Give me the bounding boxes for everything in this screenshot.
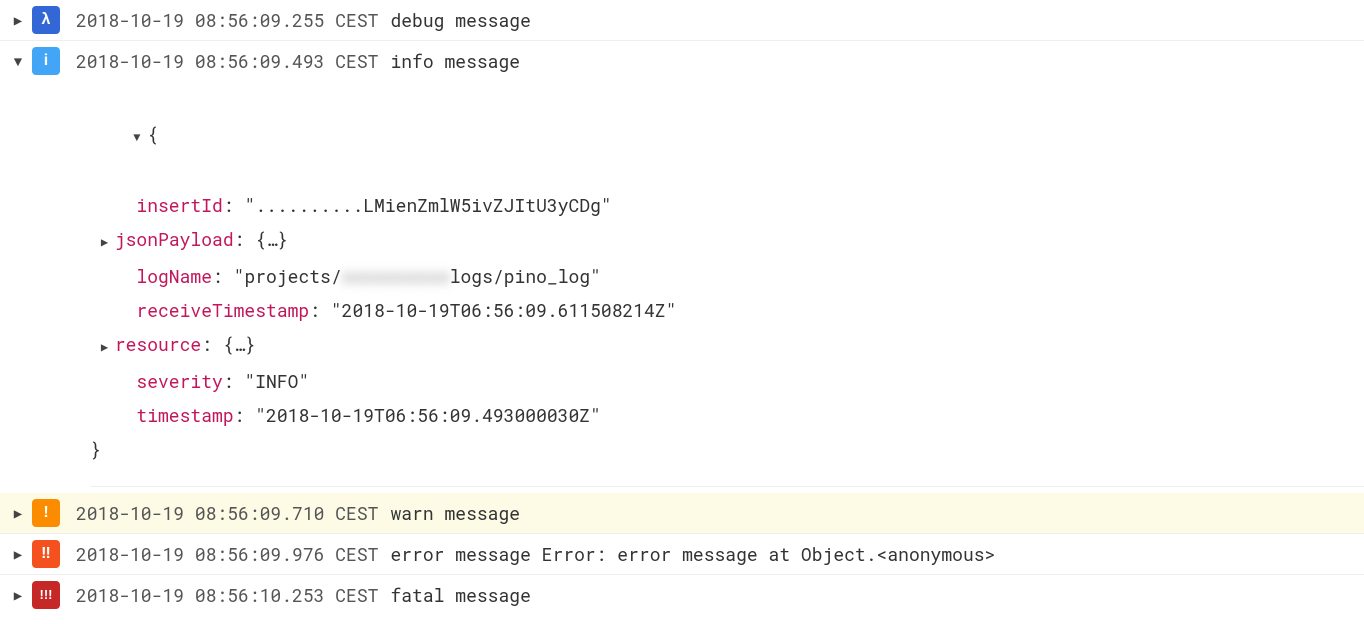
info-icon: i (32, 47, 60, 75)
log-row-warn[interactable]: ▶ ! 2018-10-19 08:56:09.710 CEST warn me… (0, 493, 1364, 534)
json-value[interactable]: "2018-10-19T06:56:09.493000030Z" (255, 403, 601, 427)
log-row-debug[interactable]: ▶ λ 2018-10-19 08:56:09.255 CEST debug m… (0, 0, 1364, 41)
timestamp: 2018-10-19 08:56:09.976 CEST (76, 540, 378, 568)
log-row-error[interactable]: ▶ ‼ 2018-10-19 08:56:09.976 CEST error m… (0, 534, 1364, 575)
expand-toggle[interactable]: ▼ (4, 47, 32, 75)
log-json-body: ▼{ insertId: "..........LMienZmlW5ivZJIt… (90, 83, 1364, 487)
brace: { (147, 122, 158, 146)
log-row-info[interactable]: ▼ i 2018-10-19 08:56:09.493 CEST info me… (0, 41, 1364, 81)
timestamp: 2018-10-19 08:56:09.710 CEST (76, 499, 378, 527)
json-value[interactable]: {…} (255, 227, 287, 251)
expand-toggle[interactable]: ▶ (4, 499, 32, 527)
json-toggle[interactable]: ▼ (133, 120, 147, 154)
log-message: warn message (390, 499, 520, 527)
json-key[interactable]: timestamp (136, 403, 233, 427)
timestamp: 2018-10-19 08:56:09.493 CEST (76, 47, 378, 75)
brace: } (90, 432, 1364, 466)
json-key[interactable]: severity (136, 369, 222, 393)
log-message: fatal message (390, 581, 530, 609)
json-value[interactable]: "projects/xxxxxxxxxxlogs/pino_log" (234, 264, 601, 288)
json-key[interactable]: jsonPayload (115, 227, 234, 251)
json-key[interactable]: resource (115, 332, 201, 356)
expand-toggle[interactable]: ▶ (4, 581, 32, 609)
json-key[interactable]: logName (136, 264, 212, 288)
timestamp: 2018-10-19 08:56:10.253 CEST (76, 581, 378, 609)
json-value[interactable]: {…} (223, 332, 255, 356)
fatal-icon: !!! (32, 581, 60, 609)
timestamp: 2018-10-19 08:56:09.255 CEST (76, 6, 378, 34)
json-value[interactable]: "2018-10-19T06:56:09.611508214Z" (331, 298, 677, 322)
json-key[interactable]: insertId (136, 193, 222, 217)
redacted-text: xxxxxxxxxx (342, 264, 450, 288)
log-row-fatal[interactable]: ▶ !!! 2018-10-19 08:56:10.253 CEST fatal… (0, 575, 1364, 615)
expand-toggle[interactable]: ▶ (4, 540, 32, 568)
log-message: info message (390, 47, 520, 75)
log-message: error message Error: error message at Ob… (390, 540, 995, 568)
debug-icon: λ (32, 6, 60, 34)
json-toggle[interactable]: ▶ (101, 330, 115, 364)
log-message: debug message (390, 6, 530, 34)
json-value[interactable]: "..........LMienZmlW5ivZJItU3yCDg" (244, 193, 611, 217)
error-icon: ‼ (32, 540, 60, 568)
json-toggle[interactable]: ▶ (101, 225, 115, 259)
expand-toggle[interactable]: ▶ (4, 6, 32, 34)
warn-icon: ! (32, 499, 60, 527)
json-value[interactable]: "INFO" (244, 369, 309, 393)
json-key[interactable]: receiveTimestamp (136, 298, 309, 322)
